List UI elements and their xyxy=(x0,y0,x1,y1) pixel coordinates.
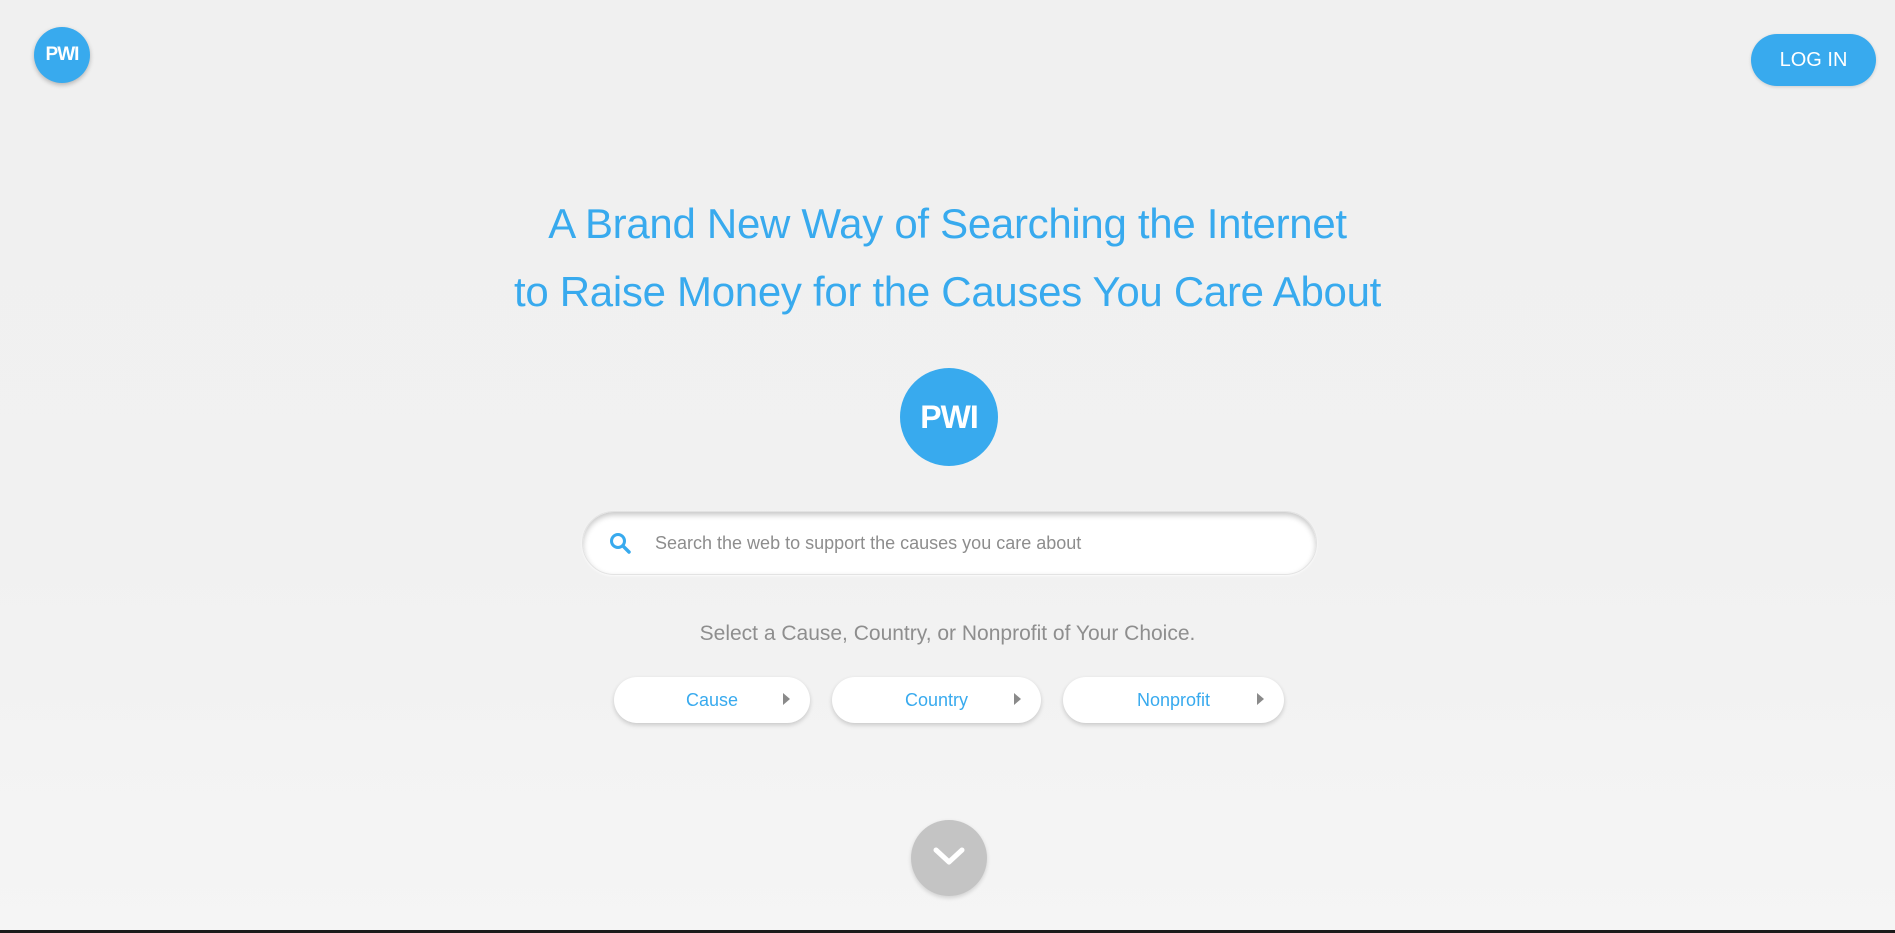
chevron-down-icon xyxy=(932,846,966,871)
caret-right-icon xyxy=(1014,693,1021,705)
scroll-down-button[interactable] xyxy=(911,820,987,896)
cause-label: Cause xyxy=(685,689,739,710)
hero-logo: PWI xyxy=(900,368,998,466)
search-input[interactable] xyxy=(653,531,1277,555)
headline-line-1: A Brand New Way of Searching the Interne… xyxy=(548,200,1347,247)
headline-line-2: to Raise Money for the Causes You Care A… xyxy=(513,268,1382,315)
country-label: Country xyxy=(904,689,969,710)
login-button[interactable]: LOG IN xyxy=(1751,34,1876,86)
search-bar[interactable] xyxy=(582,511,1317,575)
caret-right-icon xyxy=(1257,693,1264,705)
nonprofit-label: Nonprofit xyxy=(1136,689,1211,710)
search-icon[interactable] xyxy=(605,528,635,558)
caret-right-icon xyxy=(783,693,790,705)
selection-prompt: Select a Cause, Country, or Nonprofit of… xyxy=(699,622,1196,645)
nonprofit-selector-button[interactable]: Nonprofit xyxy=(1063,677,1284,723)
page-headline: A Brand New Way of Searching the Interne… xyxy=(0,190,1895,326)
cause-selector-button[interactable]: Cause xyxy=(614,677,810,723)
country-selector-button[interactable]: Country xyxy=(832,677,1041,723)
header-logo[interactable]: PWI xyxy=(34,27,90,83)
